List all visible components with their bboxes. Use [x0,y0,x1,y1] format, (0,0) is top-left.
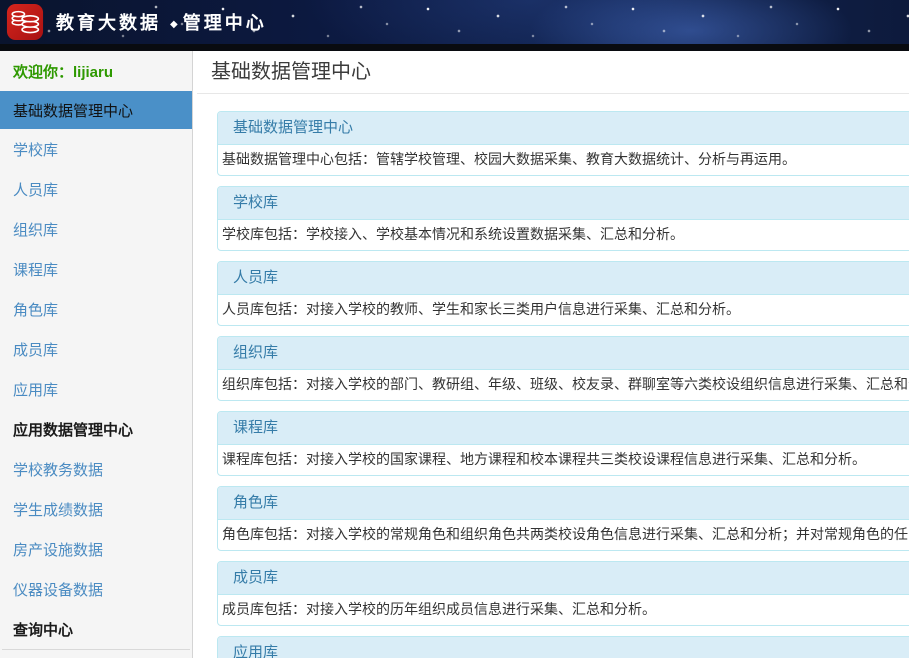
panel-title[interactable]: 人员库 [218,262,909,295]
panel-description: 基础数据管理中心包括：管辖学校管理、校园大数据采集、教育大数据统计、分析与再运用… [218,145,909,175]
panel-title[interactable]: 组织库 [218,337,909,370]
welcome-message: 欢迎你：lijiaru [0,51,192,91]
sidebar-item-basic-data-center[interactable]: 基础数据管理中心 [0,91,192,129]
panel-description: 组织库包括：对接入学校的部门、教研组、年级、班级、校友录、群聊室等六类校设组织信… [218,370,909,400]
panel-title[interactable]: 课程库 [218,412,909,445]
app-title: 教育大数据 ◆ 管理中心 [56,9,267,35]
brand-name: 教育大数据 [56,13,161,33]
page-title: 基础数据管理中心 [211,59,909,85]
panel-description: 人员库包括：对接入学校的教师、学生和家长三类用户信息进行采集、汇总和分析。 [218,295,909,325]
panel-school-db: 学校库 学校库包括：学校接入、学校基本情况和系统设置数据采集、汇总和分析。 [217,186,909,251]
sidebar-nav: 基础数据管理中心 学校库 人员库 组织库 课程库 角色库 成员库 应用库 应用数… [0,91,192,649]
app-header: 教育大数据 ◆ 管理中心 [0,0,909,51]
panel-role-db: 角色库 角色库包括：对接入学校的常规角色和组织角色共两类校设角色信息进行采集、汇… [217,486,909,551]
sidebar-item-role-db[interactable]: 角色库 [0,289,192,329]
sidebar-item-property-facilities-data[interactable]: 房产设施数据 [0,529,192,569]
panel-title[interactable]: 角色库 [218,487,909,520]
sidebar-item-app-data-center[interactable]: 应用数据管理中心 [0,409,192,449]
sidebar-divider [2,649,190,650]
panel-title[interactable]: 学校库 [218,187,909,220]
sidebar-item-instrument-equipment-data[interactable]: 仪器设备数据 [0,569,192,609]
sidebar-item-query-center[interactable]: 查询中心 [0,609,192,649]
panel-title[interactable]: 基础数据管理中心 [218,112,909,145]
panel-description: 课程库包括：对接入学校的国家课程、地方课程和校本课程共三类校设课程信息进行采集、… [218,445,909,475]
panel-member-db: 成员库 成员库包括：对接入学校的历年组织成员信息进行采集、汇总和分析。 [217,561,909,626]
title-divider [197,93,909,94]
sidebar-item-member-db[interactable]: 成员库 [0,329,192,369]
database-logo-icon [6,3,44,41]
panel-application-db: 应用库 [217,636,909,658]
sidebar-item-personnel-db[interactable]: 人员库 [0,169,192,209]
diamond-separator-icon: ◆ [170,19,178,30]
header-content: 教育大数据 ◆ 管理中心 [0,0,909,44]
panel-title[interactable]: 成员库 [218,562,909,595]
app-window: 教育大数据 ◆ 管理中心 欢迎你：lijiaru 基础数据管理中心 学校库 人员库 … [0,0,909,658]
section-name: 管理中心 [183,13,267,33]
body-row: 欢迎你：lijiaru 基础数据管理中心 学校库 人员库 组织库 课程库 角色库… [0,51,909,658]
sidebar-item-student-scores-data[interactable]: 学生成绩数据 [0,489,192,529]
sidebar-item-school-affairs-data[interactable]: 学校教务数据 [0,449,192,489]
sidebar: 欢迎你：lijiaru 基础数据管理中心 学校库 人员库 组织库 课程库 角色库… [0,51,193,658]
sidebar-item-organization-db[interactable]: 组织库 [0,209,192,249]
panel-description: 角色库包括：对接入学校的常规角色和组织角色共两类校设角色信息进行采集、汇总和分析… [218,520,909,550]
sidebar-item-course-db[interactable]: 课程库 [0,249,192,289]
panel-course-db: 课程库 课程库包括：对接入学校的国家课程、地方课程和校本课程共三类校设课程信息进… [217,411,909,476]
sidebar-item-school-db[interactable]: 学校库 [0,129,192,169]
panel-personnel-db: 人员库 人员库包括：对接入学校的教师、学生和家长三类用户信息进行采集、汇总和分析… [217,261,909,326]
panel-description: 成员库包括：对接入学校的历年组织成员信息进行采集、汇总和分析。 [218,595,909,625]
panel-description: 学校库包括：学校接入、学校基本情况和系统设置数据采集、汇总和分析。 [218,220,909,250]
sidebar-item-application-db[interactable]: 应用库 [0,369,192,409]
main-content: 基础数据管理中心 基础数据管理中心 基础数据管理中心包括：管辖学校管理、校园大数… [193,51,909,658]
panel-basic-data-center: 基础数据管理中心 基础数据管理中心包括：管辖学校管理、校园大数据采集、教育大数据… [217,111,909,176]
panel-title[interactable]: 应用库 [218,637,909,658]
panel-organization-db: 组织库 组织库包括：对接入学校的部门、教研组、年级、班级、校友录、群聊室等六类校… [217,336,909,401]
panel-list: 基础数据管理中心 基础数据管理中心包括：管辖学校管理、校园大数据采集、教育大数据… [197,111,909,658]
